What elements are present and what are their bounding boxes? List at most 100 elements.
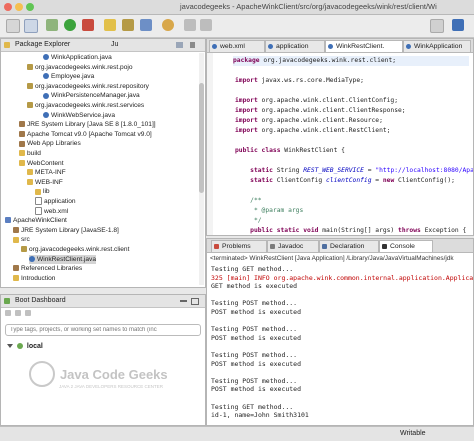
console-view-tab[interactable]: Javadoc — [267, 240, 319, 252]
tree-item[interactable]: ApacheWinkClient — [5, 216, 67, 225]
tree-item-label: WebContent — [27, 159, 64, 167]
code-line: static ClientConfig clientConfig = new C… — [235, 176, 455, 186]
restart-icon[interactable] — [5, 310, 11, 317]
editor-tab[interactable]: WinkApplication — [403, 40, 471, 52]
code-line: /** — [235, 196, 261, 206]
code-line: static String REST_WEB_SERVICE = "http:/… — [235, 166, 474, 176]
editor-tab[interactable]: web.xml — [209, 40, 265, 52]
tree-item[interactable]: META-INF — [27, 168, 66, 177]
console-line: POST method is executed — [211, 308, 302, 316]
tree-item[interactable]: Introduction — [13, 274, 55, 283]
tree-item[interactable]: WEB-INF — [27, 178, 63, 187]
dashboard-search-input[interactable] — [5, 324, 201, 336]
minimize-view-icon[interactable] — [180, 300, 187, 302]
console-output[interactable]: Testing GET method... 325 [main] INFO org… — [207, 265, 473, 425]
tree-item-label: WinkWebService.java — [51, 111, 116, 119]
scrollbar-thumb[interactable] — [199, 83, 204, 193]
tree-item[interactable]: lib — [35, 187, 50, 196]
tree-item[interactable]: org.javacodegeeks.wink.rest.client — [21, 245, 129, 254]
editor-tab[interactable]: application — [265, 40, 325, 52]
tree-item[interactable]: Referenced Libraries — [13, 264, 82, 273]
minimize-window-icon[interactable] — [15, 3, 23, 11]
search-icon[interactable] — [162, 19, 174, 31]
view-menu-icon[interactable] — [190, 42, 195, 48]
tree-item[interactable]: Employee.java — [43, 72, 94, 81]
jcg-tagline: JAVA 2 JAVA DEVELOPERS RESOURCE CENTER — [59, 384, 163, 389]
navigate-forward-icon[interactable] — [200, 19, 212, 31]
editor-tab-label: application — [276, 43, 309, 50]
window-title: javacodegeeks - ApacheWinkClient/src/org… — [180, 2, 437, 11]
console-line: POST method is executed — [211, 359, 302, 368]
tree-item[interactable]: WinkRestClient.java — [29, 254, 96, 264]
expand-arrow-icon[interactable] — [7, 344, 13, 348]
tree-item[interactable]: JRE System Library [JavaSE-1.8] — [13, 226, 119, 235]
tree-item[interactable]: build — [19, 149, 41, 158]
main-toolbar — [0, 15, 474, 38]
new-file-icon[interactable] — [6, 19, 20, 33]
tree-item[interactable]: web.xml — [35, 206, 68, 216]
boot-dashboard-title[interactable]: Boot Dashboard — [15, 297, 66, 304]
save-icon[interactable] — [24, 19, 38, 33]
boot-dashboard-header: Boot Dashboard — [1, 295, 205, 308]
run-external-icon[interactable] — [82, 19, 94, 31]
tree-item[interactable]: JRE System Library [Java SE 8 [1.8.0_101… — [19, 120, 156, 129]
vertical-scrollbar[interactable] — [199, 53, 204, 285]
package-explorer-title[interactable]: Package Explorer — [15, 41, 70, 48]
tree-item[interactable]: WinkPersistenceManager.java — [43, 91, 140, 100]
tree-item[interactable]: org.javacodegeeks.wink.rest.pojo — [27, 63, 133, 72]
maximize-view-icon[interactable] — [191, 298, 199, 305]
tree-item-label: org.javacodegeeks.wink.rest.client — [29, 246, 130, 253]
code-token: = — [371, 177, 383, 184]
console-view-tab-label: Console — [390, 243, 415, 250]
code-line: import javax.ws.rs.core.MediaType; — [235, 76, 364, 86]
debug-app-icon[interactable] — [14, 310, 21, 317]
code-line: * @param args — [235, 206, 303, 216]
console-view-tab[interactable]: Console — [379, 240, 433, 252]
close-window-icon[interactable] — [4, 3, 12, 11]
local-target-row[interactable]: local — [7, 343, 43, 350]
console-view-tab[interactable]: Problems — [211, 240, 267, 252]
zoom-window-icon[interactable] — [26, 3, 34, 11]
new-java-class-icon[interactable] — [104, 19, 116, 31]
run-icon[interactable] — [64, 19, 76, 31]
folder-icon — [19, 150, 25, 157]
debug-icon[interactable] — [46, 19, 58, 31]
tree-item[interactable]: src — [13, 235, 30, 244]
navigate-back-icon[interactable] — [184, 19, 196, 31]
java-perspective-icon[interactable] — [452, 19, 464, 31]
open-type-icon[interactable] — [140, 19, 152, 31]
code-line: import org.apache.wink.client.RestClient… — [235, 126, 390, 136]
tree-item[interactable]: application — [35, 197, 76, 206]
new-package-icon[interactable] — [122, 19, 134, 31]
junit-tab[interactable]: Ju — [111, 41, 118, 48]
quick-access-icon[interactable] — [430, 19, 444, 33]
code-area[interactable]: package org.javacodegeeks.wink.rest.clie… — [207, 53, 473, 235]
code-token: = — [363, 167, 376, 174]
editor-gutter — [207, 53, 213, 235]
code-token: * @param args — [235, 207, 304, 214]
tree-item-label: META-INF — [35, 169, 66, 177]
tree-item[interactable]: WebContent — [19, 159, 64, 168]
java-icon — [43, 73, 49, 80]
tree-item[interactable]: WinkApplication.java — [43, 53, 112, 62]
tree-item[interactable]: Apache Tomcat v9.0 [Apache Tomcat v9.0] — [19, 130, 152, 139]
tree-item[interactable]: Web App Libraries — [19, 139, 81, 148]
view-tab-icon — [322, 244, 327, 249]
code-token: public static void — [235, 227, 319, 234]
console-view-tab[interactable]: Declaration — [319, 240, 379, 252]
code-token: import — [235, 107, 258, 114]
package-icon — [27, 102, 33, 109]
tree-item[interactable]: org.javacodegeeks.wink.rest.services — [27, 101, 144, 110]
code-token: "http://localhost:8080/Apa — [375, 167, 474, 174]
tree-item-label: WinkApplication.java — [51, 54, 112, 61]
tree-item[interactable]: WinkWebService.java — [43, 111, 115, 120]
tree-item-label: src — [21, 236, 30, 244]
collapse-all-icon[interactable] — [176, 42, 183, 48]
code-line: */ — [235, 216, 262, 226]
stop-icon[interactable] — [24, 310, 31, 317]
tree-item[interactable]: org.javacodegeeks.wink.rest.repository — [27, 82, 149, 91]
code-token: ClientConfig — [272, 177, 326, 184]
tree-item-label: Apache Tomcat v9.0 [Apache Tomcat v9.0] — [27, 130, 152, 138]
editor-tab[interactable]: WinkRestClient. — [325, 40, 403, 52]
file-icon — [35, 197, 42, 206]
